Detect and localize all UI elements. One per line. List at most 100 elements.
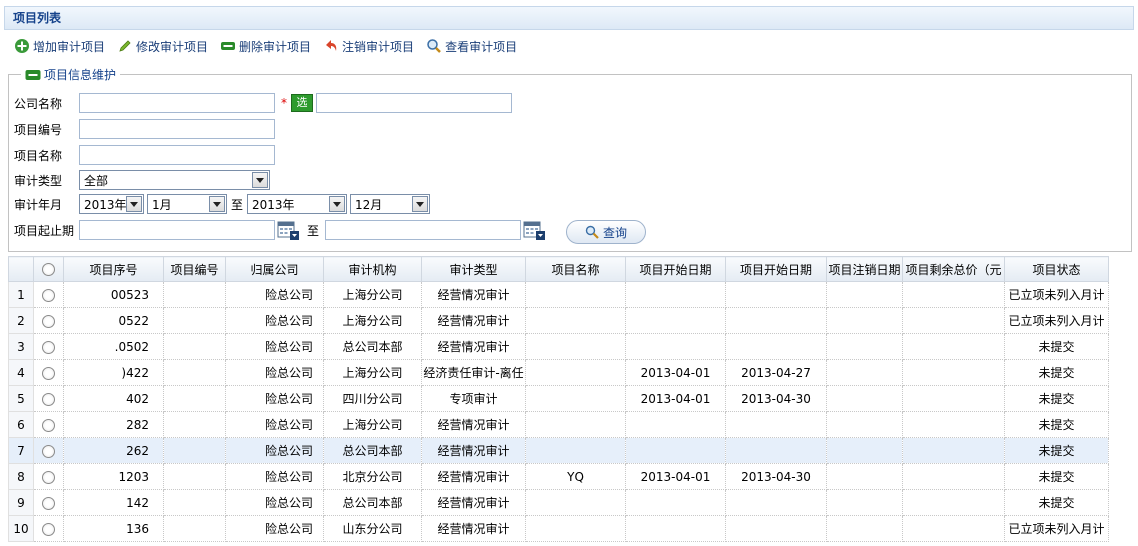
row-number: 8 [8,463,34,490]
table-row[interactable]: 7 262 险总公司 总公司本部 经营情况审计 未提交 [8,437,1109,464]
row-number: 2 [8,307,34,334]
row-select-cell[interactable] [33,359,64,386]
calendar-icon[interactable] [523,220,546,240]
cell-status: 未提交 [1004,437,1109,464]
cancel-audit-project-button[interactable]: 注销审计项目 [323,38,414,55]
panel-title: 项目列表 [4,6,1134,30]
table-row[interactable]: 10 136 险总公司 山东分公司 经营情况审计 已立项未列入月计 [8,515,1109,542]
calendar-icon[interactable] [277,220,299,240]
cell-org: 四川分公司 [323,385,422,412]
add-audit-project-button[interactable]: 增加审计项目 [14,38,105,55]
column-header[interactable]: 项目状态 [1004,256,1109,282]
row-number: 4 [8,359,34,386]
edit-audit-project-button[interactable]: 修改审计项目 [117,38,208,55]
radio-icon[interactable] [42,470,55,484]
table-row[interactable]: 8 1203 险总公司 北京分公司 经营情况审计 YQ 2013-04-01 2013-04-… [8,463,1109,490]
column-header[interactable]: 审计类型 [421,256,526,282]
year-to-select[interactable]: 2013年 [247,194,348,214]
cell-start [625,437,726,464]
table-row[interactable]: 5 402 险总公司 四川分公司 专项审计 2013-04-01 2013-04-30 未提交 [8,385,1109,412]
row-select-cell[interactable] [33,307,64,334]
month-from-select[interactable]: 1月 [147,194,227,214]
audit-type-select[interactable]: 全部 [79,170,270,190]
cell-status: 未提交 [1004,333,1109,360]
row-number: 3 [8,333,34,360]
radio-icon[interactable] [42,496,55,510]
cell-type: 经营情况审计 [421,333,526,360]
period-end-input[interactable] [325,220,522,240]
year-from-select[interactable]: 2013年 [79,194,144,214]
column-header[interactable]: 项目开始日期 [625,256,726,282]
select-all-header[interactable] [33,256,64,282]
audit-type-label: 审计类型 [14,173,63,188]
row-select-cell[interactable] [33,515,64,542]
radio-icon[interactable] [42,340,55,354]
cell-seq: )422 [63,359,164,386]
cell-status: 未提交 [1004,411,1109,438]
row-select-cell[interactable] [33,281,64,308]
project-no-input[interactable] [79,119,275,139]
cell-name [525,411,626,438]
period-start-input[interactable] [79,220,275,240]
row-select-cell[interactable] [33,411,64,438]
column-header[interactable]: 项目开始日期 [725,256,827,282]
cell-org: 北京分公司 [323,463,422,490]
cell-seq: 00523 [63,281,164,308]
table-row[interactable]: 9 142 险总公司 总公司本部 经营情况审计 未提交 [8,489,1109,516]
company-input[interactable] [79,93,275,113]
project-name-input[interactable] [79,145,275,165]
select-company-button[interactable]: 选 [291,94,313,112]
cell-company: 险总公司 [225,281,324,308]
toolbar: 增加审计项目 修改审计项目 删除审计项目 注销审计项目 查看审计项目 [14,36,529,56]
cell-end [725,333,827,360]
chevron-down-icon[interactable] [126,196,142,212]
radio-icon[interactable] [42,366,55,380]
radio-icon[interactable] [42,314,55,328]
column-header[interactable]: 项目名称 [525,256,626,282]
radio-icon[interactable] [42,444,55,458]
column-header[interactable]: 项目剩余总价（元 [902,256,1005,282]
column-header[interactable]: 归属公司 [225,256,324,282]
month-from-value: 1月 [152,197,172,212]
delete-audit-project-button[interactable]: 删除审计项目 [220,38,311,55]
month-to-select[interactable]: 12月 [350,194,431,214]
row-select-cell[interactable] [33,463,64,490]
cell-seq: .0502 [63,333,164,360]
collapse-icon[interactable] [25,69,41,81]
cell-start [625,281,726,308]
cell-name [525,281,626,308]
add-audit-project-label: 增加审计项目 [33,39,106,54]
cell-seq: 1203 [63,463,164,490]
view-audit-project-button[interactable]: 查看审计项目 [426,38,517,55]
table-row[interactable]: 2 0522 险总公司 上海分公司 经营情况审计 已立项未列入月计 [8,307,1109,334]
radio-icon[interactable] [42,288,55,302]
table-row[interactable]: 4)422 险总公司 上海分公司 经济责任审计-离任 2013-04-01 2013-04… [8,359,1109,386]
cell-company: 险总公司 [225,437,324,464]
chevron-down-icon[interactable] [412,196,429,212]
row-select-cell[interactable] [33,333,64,360]
radio-icon[interactable] [42,392,55,406]
company-display-input[interactable] [316,93,512,113]
table-row[interactable]: 3 .0502 险总公司 总公司本部 经营情况审计 未提交 [8,333,1109,360]
row-select-cell[interactable] [33,437,64,464]
cell-end: 2013-04-30 [725,385,827,412]
chevron-down-icon[interactable] [329,196,346,212]
column-header[interactable]: 项目注销日期 [826,256,903,282]
table-row[interactable]: 6 282 险总公司 上海分公司 经营情况审计 未提交 [8,411,1109,438]
radio-icon[interactable] [42,263,55,276]
cell-type: 经营情况审计 [421,437,526,464]
column-header[interactable]: 项目序号 [63,256,164,282]
column-header[interactable]: 项目编号 [163,256,226,282]
row-select-cell[interactable] [33,385,64,412]
project-info-legend[interactable]: 项目信息维护 [21,66,120,83]
chevron-down-icon[interactable] [252,172,268,188]
radio-icon[interactable] [42,522,55,536]
column-header[interactable]: 审计机构 [323,256,422,282]
row-select-cell[interactable] [33,489,64,516]
chevron-down-icon[interactable] [209,196,225,212]
query-button[interactable]: 查询 [566,220,646,244]
cell-status: 未提交 [1004,463,1109,490]
row-number: 5 [8,385,34,412]
table-row[interactable]: 1 00523 险总公司 上海分公司 经营情况审计 已立项未列入月计 [8,281,1109,308]
radio-icon[interactable] [42,418,55,432]
